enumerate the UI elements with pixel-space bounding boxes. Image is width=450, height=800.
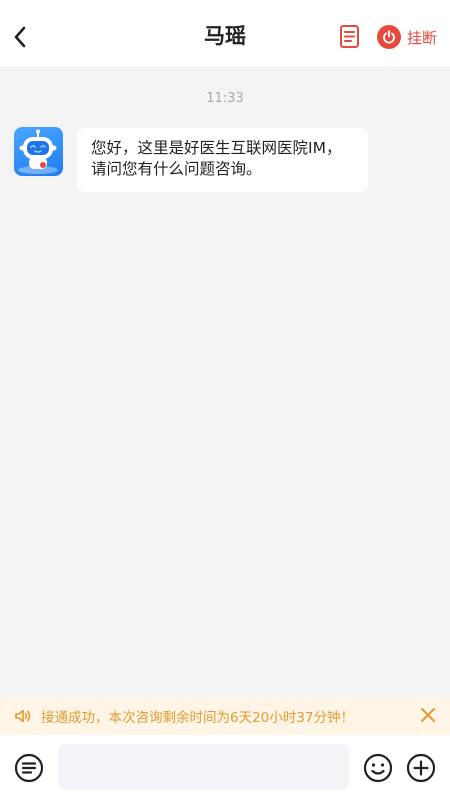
input-bar [0, 735, 450, 800]
header-bar: 马瑶 挂断 [0, 0, 450, 66]
notice-text: 接通成功，本次咨询剩余时间为6天20小时37分钟！ [41, 710, 354, 726]
message-bubble: 您好，这里是好医生互联网医院IM，请问您有什么问题咨询。 [77, 128, 368, 192]
message-timestamp: 11:33 [206, 91, 244, 106]
message-input[interactable] [58, 744, 349, 790]
power-icon [377, 25, 401, 49]
list-menu-icon[interactable] [13, 752, 45, 784]
speaker-icon [15, 709, 31, 723]
hangup-button[interactable]: 挂断 [377, 24, 437, 50]
emoji-icon[interactable] [362, 752, 394, 784]
close-icon[interactable] [418, 705, 438, 725]
notice-bar: 接通成功，本次咨询剩余时间为6天20小时37分钟！ [0, 697, 450, 735]
plus-icon[interactable] [405, 752, 437, 784]
document-icon [340, 25, 359, 48]
hangup-label: 挂断 [407, 28, 438, 47]
medical-record-button[interactable] [339, 24, 361, 50]
robot-avatar-icon[interactable] [14, 127, 63, 176]
